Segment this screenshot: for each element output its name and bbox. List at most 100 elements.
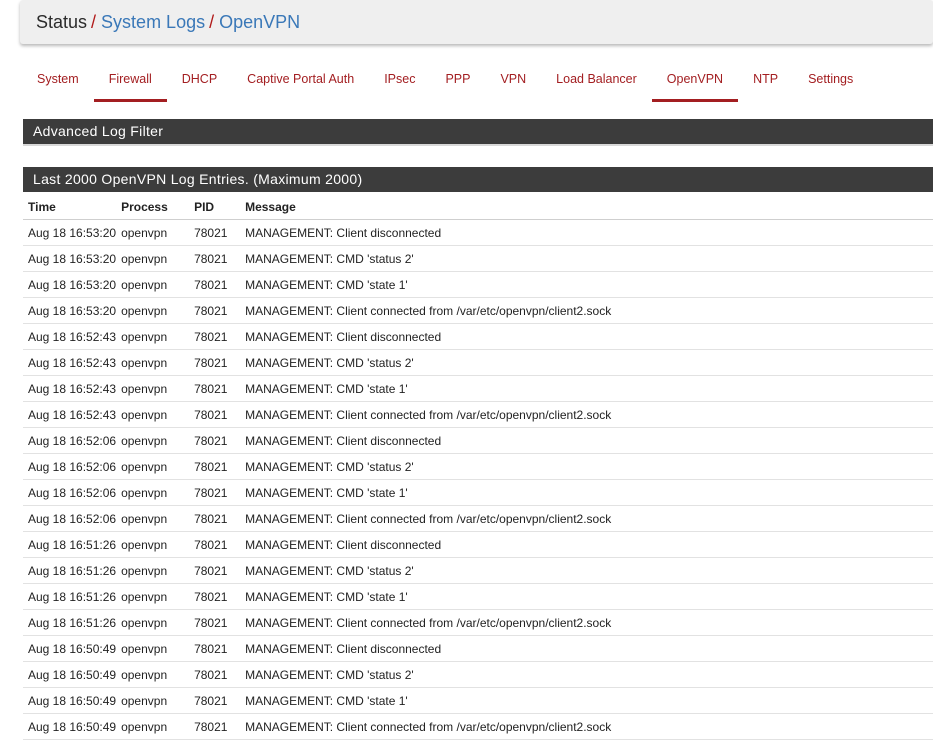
cell-pid: 78021 (189, 661, 241, 688)
table-row: Aug 18 16:51:26 openvpn 78021 MANAGEMENT: C… (23, 531, 933, 558)
cell-message: MANAGEMENT: Client disconnected (240, 427, 933, 454)
log-entries-heading: Last 2000 OpenVPN Log Entries. (Maximum … (23, 167, 933, 192)
cell-time: Aug 18 16:53:20 (23, 245, 117, 272)
cell-pid: 78021 (189, 401, 241, 428)
tab-vpn[interactable]: VPN (485, 62, 541, 102)
table-row: Aug 18 16:50:49 openvpn 78021 MANAGEMENT: C… (23, 661, 933, 688)
cell-message: MANAGEMENT: CMD 'state 1' (240, 479, 933, 506)
cell-process: openvpn (116, 323, 190, 350)
cell-time: Aug 18 16:52:43 (23, 375, 117, 402)
cell-message: MANAGEMENT: CMD 'status 2' (240, 245, 933, 272)
tab-firewall[interactable]: Firewall (93, 62, 167, 102)
cell-process: openvpn (116, 375, 190, 402)
cell-message: MANAGEMENT: CMD 'state 1' (240, 271, 933, 298)
cell-process: openvpn (116, 609, 190, 636)
tab-ntp[interactable]: NTP (738, 62, 793, 102)
cell-message: MANAGEMENT: Client connected from /var/e… (240, 713, 933, 740)
tab-load-balancer[interactable]: Load Balancer (541, 62, 652, 102)
table-row: Aug 18 16:50:49 openvpn 78021 MANAGEMENT: C… (23, 635, 933, 662)
cell-message: MANAGEMENT: CMD 'status 2' (240, 453, 933, 480)
cell-time: Aug 18 16:50:49 (23, 687, 117, 714)
cell-process: openvpn (116, 531, 190, 558)
cell-time: Aug 18 16:51:26 (23, 557, 117, 584)
cell-time: Aug 18 16:51:26 (23, 531, 117, 558)
column-header-process: Process (116, 194, 190, 220)
cell-message: MANAGEMENT: CMD 'state 1' (240, 687, 933, 714)
table-row: Aug 18 16:51:26 openvpn 78021 MANAGEMENT: C… (23, 557, 933, 584)
cell-message: MANAGEMENT: Client disconnected (240, 635, 933, 662)
cell-process: openvpn (116, 687, 190, 714)
tab-dhcp[interactable]: DHCP (167, 62, 232, 102)
cell-process: openvpn (116, 557, 190, 584)
cell-time: Aug 18 16:53:20 (23, 297, 117, 324)
cell-time: Aug 18 16:52:43 (23, 401, 117, 428)
cell-time: Aug 18 16:53:20 (23, 219, 117, 246)
cell-message: MANAGEMENT: Client connected from /var/e… (240, 609, 933, 636)
log-tabs-nav: System Firewall DHCP Captive Portal Auth IPs… (22, 62, 868, 102)
cell-process: openvpn (116, 713, 190, 740)
cell-message: MANAGEMENT: CMD 'status 2' (240, 349, 933, 376)
cell-process: openvpn (116, 271, 190, 298)
cell-process: openvpn (116, 427, 190, 454)
cell-pid: 78021 (189, 609, 241, 636)
table-row: Aug 18 16:50:49 openvpn 78021 MANAGEMENT: C… (23, 713, 933, 740)
cell-process: openvpn (116, 479, 190, 506)
tab-captive-portal-auth[interactable]: Captive Portal Auth (232, 62, 369, 102)
table-row: Aug 18 16:53:20 openvpn 78021 MANAGEMENT: C… (23, 245, 933, 272)
tab-ppp[interactable]: PPP (430, 62, 485, 102)
cell-pid: 78021 (189, 297, 241, 324)
tab-system[interactable]: System (22, 62, 94, 102)
cell-message: MANAGEMENT: CMD 'status 2' (240, 557, 933, 584)
cell-pid: 78021 (189, 323, 241, 350)
filter-panel-divider (23, 144, 933, 146)
tab-settings[interactable]: Settings (793, 62, 868, 102)
table-row: Aug 18 16:52:43 openvpn 78021 MANAGEMENT: C… (23, 375, 933, 402)
cell-process: openvpn (116, 219, 190, 246)
breadcrumb-openvpn-link[interactable]: OpenVPN (219, 12, 300, 32)
cell-process: openvpn (116, 453, 190, 480)
cell-time: Aug 18 16:52:43 (23, 323, 117, 350)
tab-openvpn[interactable]: OpenVPN (651, 62, 739, 102)
cell-pid: 78021 (189, 245, 241, 272)
advanced-log-filter-heading[interactable]: Advanced Log Filter (23, 119, 933, 144)
cell-process: openvpn (116, 349, 190, 376)
table-row: Aug 18 16:53:20 openvpn 78021 MANAGEMENT: C… (23, 271, 933, 298)
cell-time: Aug 18 16:50:49 (23, 713, 117, 740)
cell-time: Aug 18 16:52:06 (23, 453, 117, 480)
cell-pid: 78021 (189, 427, 241, 454)
cell-message: MANAGEMENT: CMD 'state 1' (240, 375, 933, 402)
cell-pid: 78021 (189, 557, 241, 584)
breadcrumb-system-logs-link[interactable]: System Logs (101, 12, 205, 32)
cell-process: openvpn (116, 661, 190, 688)
breadcrumb: Status / System Logs / OpenVPN (36, 12, 300, 33)
table-row: Aug 18 16:52:06 openvpn 78021 MANAGEMENT: C… (23, 505, 933, 532)
breadcrumb-bar: Status / System Logs / OpenVPN (20, 0, 933, 44)
breadcrumb-status: Status (36, 12, 88, 32)
cell-pid: 78021 (189, 375, 241, 402)
log-table: Time Process PID Message Aug 18 16:53:20… (23, 194, 933, 740)
table-row: Aug 18 16:52:43 openvpn 78021 MANAGEMENT: C… (23, 323, 933, 350)
cell-message: MANAGEMENT: CMD 'status 2' (240, 661, 933, 688)
cell-time: Aug 18 16:51:26 (23, 609, 117, 636)
cell-time: Aug 18 16:50:49 (23, 635, 117, 662)
cell-time: Aug 18 16:52:06 (23, 505, 117, 532)
cell-time: Aug 18 16:52:06 (23, 427, 117, 454)
tab-ipsec[interactable]: IPsec (369, 62, 430, 102)
cell-pid: 78021 (189, 479, 241, 506)
table-row: Aug 18 16:53:20 openvpn 78021 MANAGEMENT: C… (23, 297, 933, 324)
table-row: Aug 18 16:50:49 openvpn 78021 MANAGEMENT: C… (23, 687, 933, 714)
cell-process: openvpn (116, 401, 190, 428)
table-row: Aug 18 16:52:06 openvpn 78021 MANAGEMENT: C… (23, 479, 933, 506)
log-table-header-row: Time Process PID Message (23, 194, 933, 220)
table-row: Aug 18 16:52:43 openvpn 78021 MANAGEMENT: C… (23, 401, 933, 428)
cell-pid: 78021 (189, 219, 241, 246)
breadcrumb-separator: / (91, 12, 97, 32)
table-row: Aug 18 16:52:06 openvpn 78021 MANAGEMENT: C… (23, 427, 933, 454)
cell-message: MANAGEMENT: Client disconnected (240, 219, 933, 246)
cell-process: openvpn (116, 505, 190, 532)
cell-time: Aug 18 16:52:06 (23, 479, 117, 506)
cell-message: MANAGEMENT: Client disconnected (240, 531, 933, 558)
cell-message: MANAGEMENT: Client disconnected (240, 323, 933, 350)
cell-pid: 78021 (189, 713, 241, 740)
table-row: Aug 18 16:52:06 openvpn 78021 MANAGEMENT: C… (23, 453, 933, 480)
